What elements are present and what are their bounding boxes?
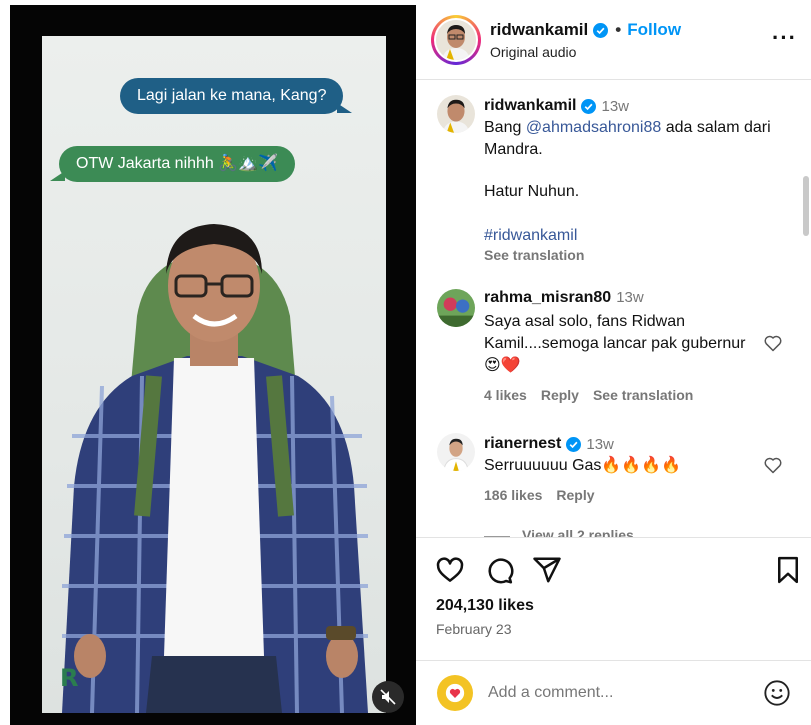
caption-line-2: Hatur Nuhun.	[484, 183, 580, 200]
author-avatar	[436, 20, 476, 60]
man-with-backpack-image	[62, 224, 368, 713]
chat-bubble-answer: OTW Jakarta nihhh 🚴🏔️✈️	[49, 146, 296, 182]
mute-icon	[380, 689, 396, 705]
comment-time: 13w	[586, 435, 614, 453]
share-icon[interactable]	[532, 555, 562, 585]
original-audio-link[interactable]: Original audio	[490, 44, 576, 60]
comment-meta: 186 likes Reply	[484, 487, 609, 503]
emoji-icon[interactable]	[763, 679, 791, 707]
comments-scrollbar[interactable]	[803, 176, 809, 236]
header-separator: •	[615, 20, 622, 39]
add-comment-bar	[416, 660, 811, 725]
likes-count[interactable]: 204,130 likes	[436, 597, 534, 615]
heart-icon[interactable]	[763, 333, 783, 353]
reel-frame[interactable]: Lagi jalan ke mana, Kang? OTW Jakarta ni…	[42, 36, 386, 713]
bookmark-icon[interactable]	[773, 555, 803, 585]
commenter-avatar[interactable]	[437, 289, 475, 327]
caption-see-translation[interactable]: See translation	[484, 247, 774, 263]
current-user-avatar	[437, 675, 473, 711]
reel-video-panel[interactable]: Lagi jalan ke mana, Kang? OTW Jakarta ni…	[10, 5, 416, 725]
post-sidebar: ridwankamil • Follow Original audio ···	[416, 0, 811, 725]
mute-button[interactable]	[372, 681, 404, 713]
caption-author-avatar[interactable]	[437, 95, 475, 133]
reply-button[interactable]: Reply	[556, 487, 594, 503]
comment-text: Serruuuuuu Gas🔥🔥🔥🔥	[484, 457, 682, 474]
hashtag-link[interactable]: #ridwankamil	[484, 225, 774, 247]
comment-username[interactable]: rianernest	[484, 435, 561, 453]
author-username[interactable]: ridwankamil	[490, 20, 588, 40]
view-replies-label: View all 2 replies	[522, 527, 634, 537]
caption-username[interactable]: ridwankamil	[484, 97, 576, 115]
post-header: ridwankamil • Follow Original audio ···	[416, 0, 811, 80]
caption-time: 13w	[601, 97, 630, 115]
comment-time: 13w	[616, 289, 644, 306]
chat-bubble-question: Lagi jalan ke mana, Kang?	[120, 78, 353, 114]
follow-button[interactable]: Follow	[627, 20, 681, 40]
caption-text-before: Bang	[484, 119, 526, 136]
comments-list[interactable]: ridwankamil 13w Bang @ahmadsahroni88 ada…	[416, 81, 811, 537]
commenter-avatar[interactable]	[437, 433, 475, 471]
brand-logo: R	[60, 664, 79, 692]
comment-username[interactable]: rahma_misran80	[484, 289, 611, 306]
comment-meta: 4 likes Reply See translation	[484, 387, 707, 403]
add-comment-input[interactable]	[488, 681, 748, 705]
comment-text: Saya asal solo, fans Ridwan Kamil....sem…	[484, 313, 746, 374]
comment-likes[interactable]: 4 likes	[484, 387, 527, 403]
comment-icon[interactable]	[484, 555, 514, 585]
comment-item: rahma_misran80 13w Saya asal solo, fans R…	[484, 289, 754, 377]
heart-icon[interactable]	[435, 555, 465, 585]
caption-text: Bang @ahmadsahroni88 ada salam dari Mand…	[484, 117, 774, 161]
reply-button[interactable]: Reply	[541, 387, 579, 403]
author-avatar-story-ring[interactable]	[431, 15, 481, 65]
post-actions: 204,130 likes February 23	[416, 537, 811, 657]
see-translation-button[interactable]: See translation	[593, 387, 693, 403]
verified-badge-icon	[581, 98, 597, 114]
more-icon: ···	[772, 25, 797, 50]
verified-badge-icon	[566, 436, 582, 452]
heart-icon[interactable]	[763, 455, 783, 475]
mention-link[interactable]: @ahmadsahroni88	[526, 119, 661, 136]
post-date: February 23	[436, 621, 512, 637]
verified-badge-icon	[593, 22, 609, 38]
comment-likes[interactable]: 186 likes	[484, 487, 542, 503]
view-replies-button[interactable]: View all 2 replies	[484, 527, 634, 537]
caption-block: ridwankamil 13w Bang @ahmadsahroni88 ada…	[484, 95, 774, 263]
heart-icon	[445, 683, 465, 703]
comment-item: rianernest 13w Serruuuuuu Gas🔥🔥🔥🔥	[484, 433, 754, 477]
more-options-button[interactable]: ···	[772, 25, 797, 50]
